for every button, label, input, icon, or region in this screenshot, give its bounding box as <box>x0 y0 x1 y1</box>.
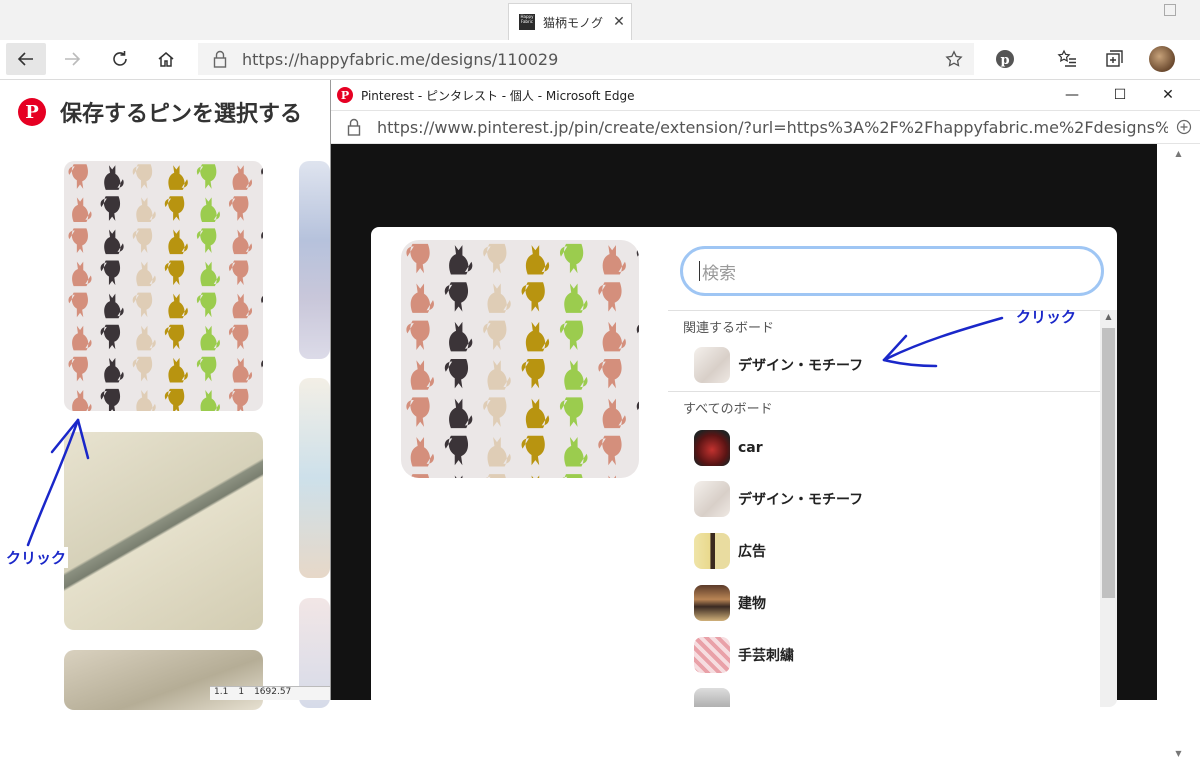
popup-address-url: https://www.pinterest.jp/pin/create/exte… <box>377 117 1168 137</box>
arrow-left-icon <box>17 52 33 66</box>
related-boards-label: 関連するボード <box>683 321 775 336</box>
board-name: デザイン・モチーフ <box>738 492 864 508</box>
pin-preview-image <box>401 240 639 478</box>
popup-window-title: Pinterest - ピンタレスト - 個人 - Microsoft Edge <box>361 88 635 103</box>
collections-button[interactable] <box>1095 43 1133 75</box>
forward-button[interactable] <box>52 43 92 75</box>
board-item-design-motif[interactable]: デザイン・モチーフ <box>694 479 1084 519</box>
profile-button[interactable] <box>1143 43 1181 75</box>
pin-thumbnail-side-1[interactable] <box>299 161 330 359</box>
tab-title: 猫柄モノグ <box>543 15 604 30</box>
arrow-right-icon <box>65 52 81 66</box>
scrollbar-thumb[interactable] <box>1102 328 1115 598</box>
home-button[interactable] <box>146 43 186 75</box>
refresh-icon <box>113 51 127 66</box>
cat-pattern-pin-thumbnail[interactable] <box>64 161 263 411</box>
board-name: デザイン・モチーフ <box>738 358 864 374</box>
board-thumbnail <box>694 585 730 621</box>
fabric-pin-thumbnail[interactable] <box>64 432 263 630</box>
pinterest-popup-window: P Pinterest - ピンタレスト - 個人 - Microsoft Ed… <box>330 80 1200 758</box>
browser-tab[interactable]: Happy Fabric 猫柄モノグ ✕ <box>508 3 632 40</box>
board-thumbnail <box>694 347 730 383</box>
close-button[interactable]: ✕ <box>1144 80 1192 110</box>
board-item-embroidery[interactable]: 手芸刺繍 <box>694 635 1084 675</box>
fabric-pin-thumbnail-2[interactable] <box>64 650 263 710</box>
pinterest-extension-button[interactable]: p <box>986 43 1024 75</box>
add-icon[interactable] <box>1168 119 1200 135</box>
popup-title-bar: P Pinterest - ピンタレスト - 個人 - Microsoft Ed… <box>331 80 1200 110</box>
window-restore-icon[interactable] <box>1164 4 1176 16</box>
board-search-input[interactable]: 検索 <box>680 246 1104 296</box>
board-thumbnail <box>694 430 730 466</box>
board-item-buildings[interactable]: 建物 <box>694 583 1084 623</box>
board-name: 手芸刺繍 <box>738 648 794 664</box>
board-item-ads[interactable]: 広告 <box>694 531 1084 571</box>
home-icon <box>158 52 174 67</box>
board-name: car <box>738 440 763 456</box>
favorites-button[interactable] <box>1048 43 1086 75</box>
avatar <box>1149 46 1175 72</box>
svg-text:p: p <box>1000 53 1009 68</box>
page-title: 保存するピンを選択する <box>60 102 303 127</box>
search-placeholder: 検索 <box>702 263 736 284</box>
minimize-button[interactable]: — <box>1048 80 1096 110</box>
cat-pattern-image <box>406 243 639 478</box>
scroll-up-icon[interactable]: ▲ <box>1100 312 1117 321</box>
section-divider <box>668 391 1100 392</box>
board-list: 関連するボード デザイン・モチーフ すべてのボード car デザイン・モチーフ <box>668 310 1100 707</box>
address-bar[interactable]: https://happyfabric.me/designs/110029 <box>198 43 974 75</box>
status-value-1: 1.1 <box>214 687 229 697</box>
popup-address-bar[interactable]: https://www.pinterest.jp/pin/create/exte… <box>331 110 1200 144</box>
status-value-3: 1692.57 <box>254 687 292 697</box>
pinterest-icon: p <box>996 50 1014 68</box>
scroll-down-icon[interactable]: ▼ <box>1157 749 1200 758</box>
click-annotation-left: クリック <box>4 547 69 568</box>
collections-icon <box>1106 50 1123 67</box>
status-value-2: 1 <box>238 687 245 697</box>
address-url: https://happyfabric.me/designs/110029 <box>242 49 559 69</box>
board-thumbnail <box>694 637 730 673</box>
status-strip: 1.1 1 1692.57 <box>210 686 330 700</box>
board-thumbnail <box>694 688 730 707</box>
cat-pattern-image <box>68 164 263 411</box>
board-item-related-design-motif[interactable]: デザイン・モチーフ <box>694 345 1084 385</box>
popup-content: 検索 関連するボード デザイン・モチーフ すべてのボード car デザイン・モチ… <box>331 144 1157 707</box>
background-page: P 保存するピンを選択する クリック <box>0 80 330 710</box>
pin-thumbnail-side-2[interactable] <box>299 378 330 578</box>
board-item-car[interactable]: car <box>694 428 1084 468</box>
site-favicon-icon: Happy Fabric <box>519 14 535 30</box>
popup-page-scrollbar[interactable]: ▲ ▼ <box>1157 144 1200 758</box>
board-thumbnail <box>694 533 730 569</box>
pinterest-logo-icon: P <box>18 98 46 126</box>
board-name: 建物 <box>738 596 766 612</box>
refresh-button[interactable] <box>100 43 140 75</box>
page-header: P 保存するピンを選択する <box>18 96 302 128</box>
back-button[interactable] <box>6 43 46 75</box>
lock-icon <box>331 118 377 136</box>
favorite-star-icon[interactable] <box>934 50 974 68</box>
scroll-up-icon[interactable]: ▲ <box>1157 149 1200 158</box>
favorites-list-icon <box>1057 49 1076 67</box>
tab-strip: Happy Fabric 猫柄モノグ ✕ <box>0 0 1200 40</box>
tab-close-icon[interactable]: ✕ <box>607 14 631 30</box>
board-picker-dialog: 検索 関連するボード デザイン・モチーフ すべてのボード car デザイン・モチ… <box>371 227 1117 707</box>
board-item-partial[interactable] <box>694 686 1084 707</box>
click-annotation-right: クリック <box>1016 308 1077 326</box>
maximize-button[interactable]: ☐ <box>1096 80 1144 110</box>
board-name: 広告 <box>738 544 766 560</box>
text-caret <box>699 261 700 281</box>
lock-icon <box>198 50 242 68</box>
board-thumbnail <box>694 481 730 517</box>
browser-toolbar: https://happyfabric.me/designs/110029 p <box>0 40 1200 80</box>
pinterest-favicon-icon: P <box>337 87 353 103</box>
board-list-scrollbar[interactable]: ▲ <box>1100 310 1117 707</box>
all-boards-label: すべてのボード <box>683 402 773 417</box>
